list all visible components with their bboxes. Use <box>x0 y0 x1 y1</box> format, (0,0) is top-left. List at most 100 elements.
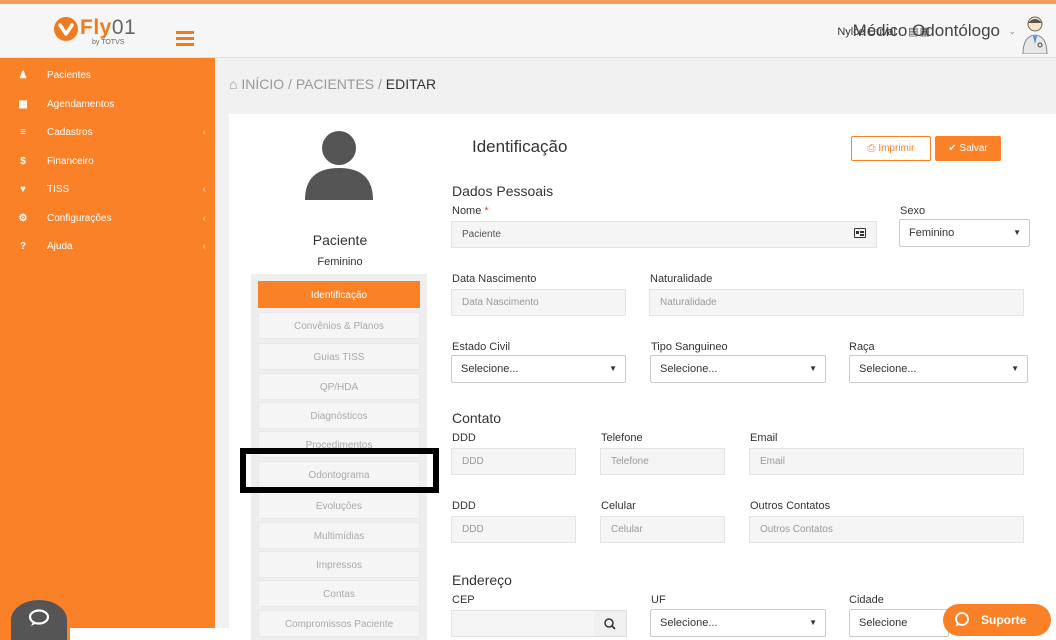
section-dados-pessoais: Dados Pessoais <box>452 183 554 199</box>
sidebar-item-agendamentos[interactable]: ▦ Agendamentos <box>0 91 215 120</box>
raca-label: Raça <box>849 341 875 353</box>
breadcrumb-separator: / <box>378 76 382 92</box>
sexo-select[interactable]: Feminino ▼ <box>899 219 1030 247</box>
caret-down-icon: ▼ <box>809 364 817 373</box>
patient-sex: Feminino <box>317 256 363 268</box>
tipo-sanguineo-select[interactable]: Selecione... ▼ <box>650 355 826 383</box>
uf-label: UF <box>651 594 666 606</box>
sidebar-item-cadastros[interactable]: ≡ Cadastros ‹ <box>0 119 215 148</box>
tab-compromissos-paciente[interactable]: Compromissos Paciente <box>258 610 420 637</box>
tab-convenios-planos[interactable]: Convênios & Planos <box>258 312 420 339</box>
outros-contatos-field[interactable]: Outros Contatos <box>749 516 1024 543</box>
tab-multimidias[interactable]: Multimídias <box>258 522 420 549</box>
sidebar-item-tiss[interactable]: ♥ TISS ‹ <box>0 176 215 205</box>
tab-diagnosticos[interactable]: Diagnósticos <box>258 402 420 429</box>
caret-down-icon: ▼ <box>809 618 817 627</box>
telefone-field[interactable]: Telefone <box>600 448 725 475</box>
uf-select[interactable]: Selecione... ▼ <box>650 609 826 637</box>
cidade-value: Selecione <box>859 617 908 629</box>
tab-qp-hda[interactable]: QP/HDA <box>258 373 420 400</box>
save-button[interactable]: ✔ Salvar <box>935 136 1001 161</box>
sexo-value: Feminino <box>909 227 955 239</box>
sidebar-item-ajuda[interactable]: ? Ajuda ‹ <box>0 233 215 262</box>
raca-value: Selecione... <box>859 363 917 375</box>
breadcrumb-section[interactable]: PACIENTES <box>296 76 374 92</box>
save-button-label: Salvar <box>959 143 988 154</box>
ddd-field[interactable]: DDD <box>451 448 576 475</box>
tab-procedimentos[interactable]: Procedimentos <box>258 431 420 458</box>
ddd2-label: DDD <box>452 500 476 512</box>
breadcrumb-current: EDITAR <box>385 76 437 92</box>
chevron-left-icon: ‹ <box>202 241 206 252</box>
support-button[interactable]: Suporte <box>943 604 1051 636</box>
email-label: Email <box>750 432 778 444</box>
caret-down-icon: ▼ <box>1013 228 1021 237</box>
user-avatar[interactable] <box>1020 14 1050 54</box>
naturalidade-field[interactable]: Naturalidade <box>649 289 1024 316</box>
nome-field[interactable]: Paciente <box>451 221 877 248</box>
sidebar-item-label: Agendamentos <box>47 98 115 110</box>
sidebar-item-label: Pacientes <box>47 70 91 81</box>
patient-avatar-icon <box>305 131 373 200</box>
search-icon <box>604 618 616 630</box>
estado-civil-select[interactable]: Selecione... ▼ <box>451 355 626 383</box>
form-title: Identificação <box>472 137 568 156</box>
tab-evolucoes[interactable]: Evoluções <box>258 492 420 519</box>
cidade-label: Cidade <box>849 594 884 606</box>
printer-icon: ⎙ <box>867 143 876 154</box>
menu-toggle-button[interactable] <box>176 31 194 46</box>
role-selector[interactable]: Médico Odontólogo <box>853 21 1000 41</box>
id-card-icon <box>854 228 866 238</box>
required-marker: * <box>484 205 489 217</box>
dollar-icon: $ <box>20 155 26 167</box>
estado-civil-label: Estado Civil <box>452 341 511 353</box>
nome-label-text: Nome <box>452 205 482 217</box>
cep-search-button[interactable] <box>594 610 627 637</box>
caret-down-icon: ▼ <box>609 364 617 373</box>
tab-odontograma[interactable]: Odontograma <box>258 461 420 488</box>
sidebar-item-configuracoes[interactable]: ⚙ Configurações ‹ <box>0 205 215 234</box>
cidade-select[interactable]: Selecione <box>849 609 949 637</box>
sidebar-item-financeiro[interactable]: $ Financeiro <box>0 148 215 177</box>
support-button-label: Suporte <box>981 613 1027 627</box>
section-contato: Contato <box>452 410 502 426</box>
logo-bar: Fly01 by TOTVS <box>0 0 215 58</box>
heartbeat-icon: ♥ <box>20 184 26 195</box>
celular-label: Celular <box>601 500 636 512</box>
chevron-down-icon[interactable]: ⌄ <box>1008 26 1016 37</box>
naturalidade-label: Naturalidade <box>650 273 713 285</box>
tipo-sanguineo-value: Selecione... <box>660 363 718 375</box>
print-button-label: Imprimir <box>878 143 915 154</box>
brand-sub: by TOTVS <box>92 39 125 46</box>
calendar-icon: ▦ <box>18 98 28 110</box>
nome-label: Nome * <box>452 205 489 217</box>
cep-label: CEP <box>452 594 475 606</box>
ddd2-field[interactable]: DDD <box>451 516 576 543</box>
raca-select[interactable]: Selecione... ▼ <box>849 355 1028 383</box>
home-icon[interactable]: ⌂ <box>229 76 237 92</box>
list-icon: ≡ <box>20 127 26 138</box>
chat-button[interactable] <box>11 600 67 640</box>
sidebar-item-label: Ajuda <box>47 241 73 252</box>
estado-civil-value: Selecione... <box>461 363 519 375</box>
breadcrumb-home[interactable]: INÍCIO <box>241 76 284 92</box>
gear-icon: ⚙ <box>18 212 28 224</box>
telefone-label: Telefone <box>601 432 643 444</box>
chevron-left-icon: ‹ <box>202 184 206 195</box>
sidebar-item-pacientes[interactable]: ♟ Pacientes <box>0 62 215 91</box>
check-icon: ✔ <box>948 143 957 154</box>
nascimento-field[interactable]: Data Nascimento <box>451 289 626 316</box>
brand-logo-suffix: 01 <box>111 16 137 39</box>
sexo-label: Sexo <box>900 205 926 217</box>
email-field[interactable]: Email <box>749 448 1024 475</box>
celular-field[interactable]: Celular <box>600 516 725 543</box>
print-button[interactable]: ⎙ Imprimir <box>851 136 931 161</box>
tab-identificacao[interactable]: Identificação <box>258 281 420 308</box>
brand-logo-icon <box>54 17 78 41</box>
brand-logo: Fly01 <box>80 16 136 40</box>
cep-field[interactable] <box>451 610 595 637</box>
users-icon: ♟ <box>18 70 28 81</box>
tab-guias-tiss[interactable]: Guias TISS <box>258 343 420 370</box>
tab-contas[interactable]: Contas <box>258 580 420 607</box>
tab-impressos[interactable]: Impressos <box>258 551 420 578</box>
